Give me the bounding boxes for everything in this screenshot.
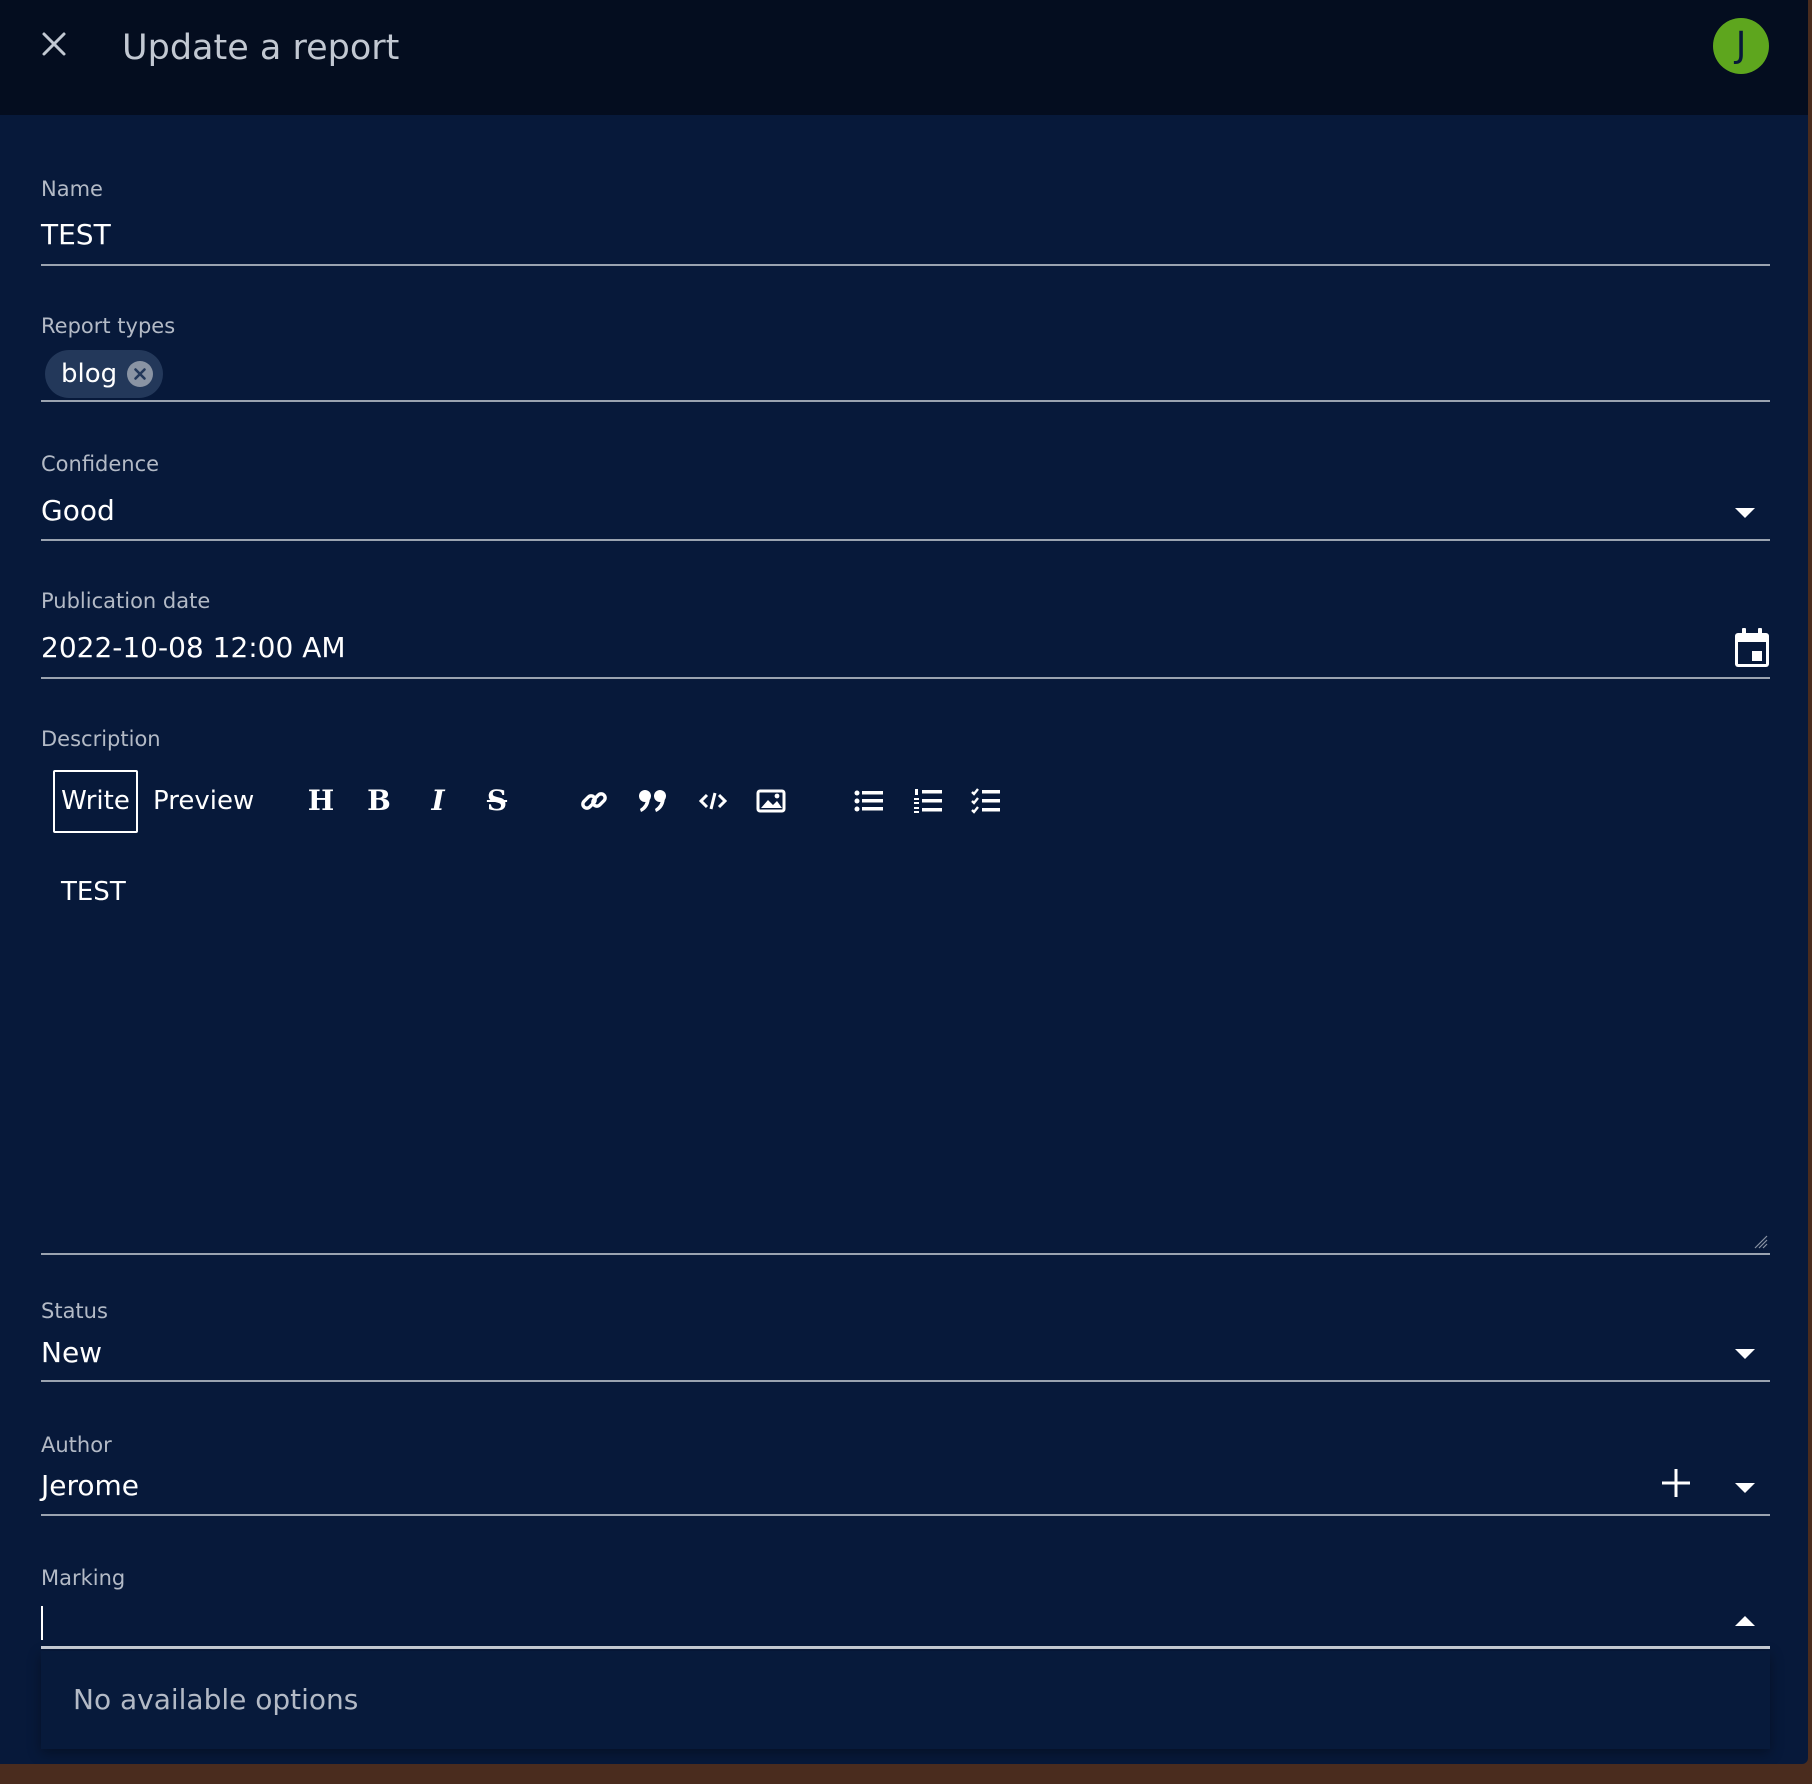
quote-icon — [639, 790, 666, 812]
description-field[interactable]: Description Write Preview H B I S TEST — [41, 725, 1770, 1255]
author-select[interactable]: Author Jerome — [41, 1431, 1770, 1517]
heading-button[interactable]: H — [301, 781, 341, 821]
status-value[interactable]: New — [41, 1335, 102, 1371]
page-title: Update a report — [122, 28, 400, 68]
status-select[interactable]: Status New — [41, 1297, 1770, 1383]
resize-handle-icon[interactable] — [1752, 1233, 1768, 1249]
confidence-value[interactable]: Good — [41, 493, 115, 529]
confidence-label: Confidence — [41, 452, 160, 476]
status-label: Status — [41, 1299, 108, 1323]
numbered-list-button[interactable] — [908, 781, 948, 821]
no-options-text: No available options — [73, 1683, 359, 1716]
cancel-circle-icon[interactable] — [127, 361, 154, 387]
marking-select[interactable]: Marking — [41, 1564, 1770, 1650]
chevron-down-icon[interactable] — [1735, 508, 1755, 518]
publication-date-underline — [41, 677, 1770, 679]
image-button[interactable] — [751, 781, 791, 821]
name-underline — [41, 264, 1770, 266]
report-types-field[interactable]: Report types blog — [41, 312, 1770, 404]
author-underline — [41, 1514, 1770, 1516]
checklist-icon — [971, 788, 1000, 814]
markdown-toolbar: Write Preview H B I S — [53, 770, 1053, 833]
close-icon — [42, 32, 66, 56]
code-icon — [698, 792, 728, 810]
chevron-down-icon[interactable] — [1735, 1483, 1755, 1493]
publication-date-field[interactable]: Publication date 2022-10-08 12:00 AM — [41, 587, 1770, 681]
description-underline — [41, 1253, 1770, 1255]
link-button[interactable] — [574, 781, 614, 821]
bold-button[interactable]: B — [359, 781, 399, 821]
italic-icon: I — [431, 784, 445, 817]
publication-date-input[interactable]: 2022-10-08 12:00 AM — [41, 630, 346, 666]
avatar[interactable]: J — [1713, 18, 1769, 74]
marking-underline — [41, 1646, 1770, 1649]
tab-write[interactable]: Write — [53, 770, 138, 833]
code-button[interactable] — [693, 781, 733, 821]
bold-icon: B — [367, 784, 391, 817]
calendar-icon[interactable] — [1733, 627, 1771, 669]
report-type-chip[interactable]: blog — [45, 350, 164, 398]
chevron-up-icon[interactable] — [1735, 1616, 1755, 1626]
marking-options-listbox: No available options — [41, 1651, 1770, 1749]
chip-label: blog — [61, 359, 118, 389]
publication-date-label: Publication date — [41, 589, 211, 613]
tab-preview[interactable]: Preview — [153, 770, 254, 832]
report-types-label: Report types — [41, 314, 176, 338]
chevron-down-icon[interactable] — [1735, 1349, 1755, 1359]
marking-label: Marking — [41, 1566, 126, 1590]
strikethrough-button[interactable]: S — [477, 781, 517, 821]
bulleted-list-icon — [854, 790, 883, 812]
numbered-list-icon — [914, 789, 942, 813]
close-button[interactable] — [36, 26, 72, 62]
status-underline — [41, 1380, 1770, 1382]
name-input[interactable]: TEST — [41, 217, 111, 253]
name-field[interactable]: Name TEST — [41, 175, 1770, 267]
confidence-select[interactable]: Confidence Good — [41, 450, 1770, 542]
update-report-panel: Update a report J Name TEST Report types… — [0, 0, 1808, 1764]
strikethrough-icon: S — [486, 784, 508, 817]
name-label: Name — [41, 177, 103, 201]
image-icon — [756, 789, 786, 813]
checklist-button[interactable] — [966, 781, 1006, 821]
author-label: Author — [41, 1433, 112, 1457]
author-value[interactable]: Jerome — [41, 1468, 139, 1504]
plus-icon[interactable] — [1660, 1467, 1692, 1499]
description-textarea[interactable]: TEST — [61, 875, 126, 909]
description-label: Description — [41, 727, 161, 751]
bulleted-list-button[interactable] — [849, 781, 889, 821]
report-types-underline — [41, 400, 1770, 402]
confidence-underline — [41, 539, 1770, 541]
heading-icon: H — [307, 784, 335, 817]
link-icon — [581, 792, 607, 810]
quote-button[interactable] — [633, 781, 673, 821]
text-cursor — [41, 1606, 43, 1640]
panel-header: Update a report J — [0, 0, 1808, 115]
italic-button[interactable]: I — [418, 781, 458, 821]
